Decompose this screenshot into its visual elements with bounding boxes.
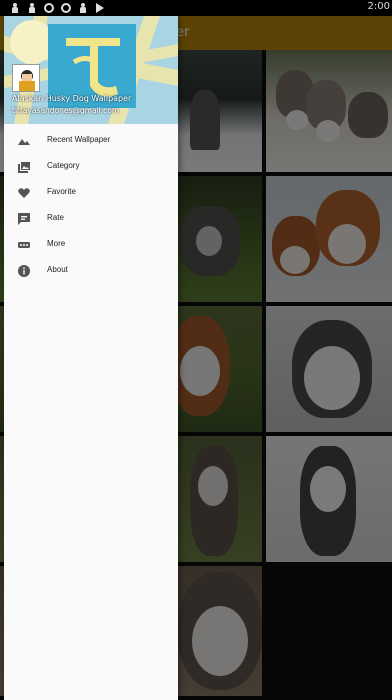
- account-email: tittayasandones@gmail.com: [12, 106, 120, 115]
- menu-item-category[interactable]: Category: [4, 154, 178, 180]
- play-store-icon: [95, 3, 105, 13]
- menu-item-recent-wallpaper[interactable]: Recent Wallpaper: [4, 128, 178, 154]
- status-bar: 2:00: [0, 0, 392, 16]
- menu-item-label: Category: [47, 161, 80, 170]
- app-name: Alaskan Husky Dog Wallpaper: [12, 94, 132, 103]
- globe-icon: [44, 3, 54, 13]
- drawer-menu: Recent Wallpaper Category Favorite Rate …: [4, 128, 178, 284]
- avatar: [12, 64, 40, 92]
- drawer-header: Alaskan Husky Dog Wallpaper tittayasando…: [4, 16, 178, 124]
- menu-item-favorite[interactable]: Favorite: [4, 180, 178, 206]
- more-dots-icon: [18, 242, 30, 248]
- menu-item-label: More: [47, 239, 66, 248]
- menu-item-more[interactable]: More: [4, 232, 178, 258]
- menu-item-label: Rate: [47, 213, 64, 222]
- menu-item-rate[interactable]: Rate: [4, 206, 178, 232]
- menu-item-label: Favorite: [47, 187, 76, 196]
- person-icon: [10, 3, 20, 13]
- landscape-icon: [18, 139, 30, 145]
- globe-icon: [61, 3, 71, 13]
- rate-review-icon: [18, 213, 30, 225]
- person-icon: [27, 3, 37, 13]
- notification-icons: [10, 3, 105, 13]
- menu-item-label: About: [47, 265, 68, 274]
- info-icon: [18, 265, 30, 277]
- photo-library-icon: [18, 162, 30, 173]
- status-time: 2:00: [367, 1, 390, 12]
- heart-icon: [18, 188, 30, 198]
- person-icon: [78, 3, 88, 13]
- menu-item-about[interactable]: About: [4, 258, 178, 284]
- navigation-drawer: Alaskan Husky Dog Wallpaper tittayasando…: [4, 16, 178, 700]
- menu-item-label: Recent Wallpaper: [47, 135, 111, 144]
